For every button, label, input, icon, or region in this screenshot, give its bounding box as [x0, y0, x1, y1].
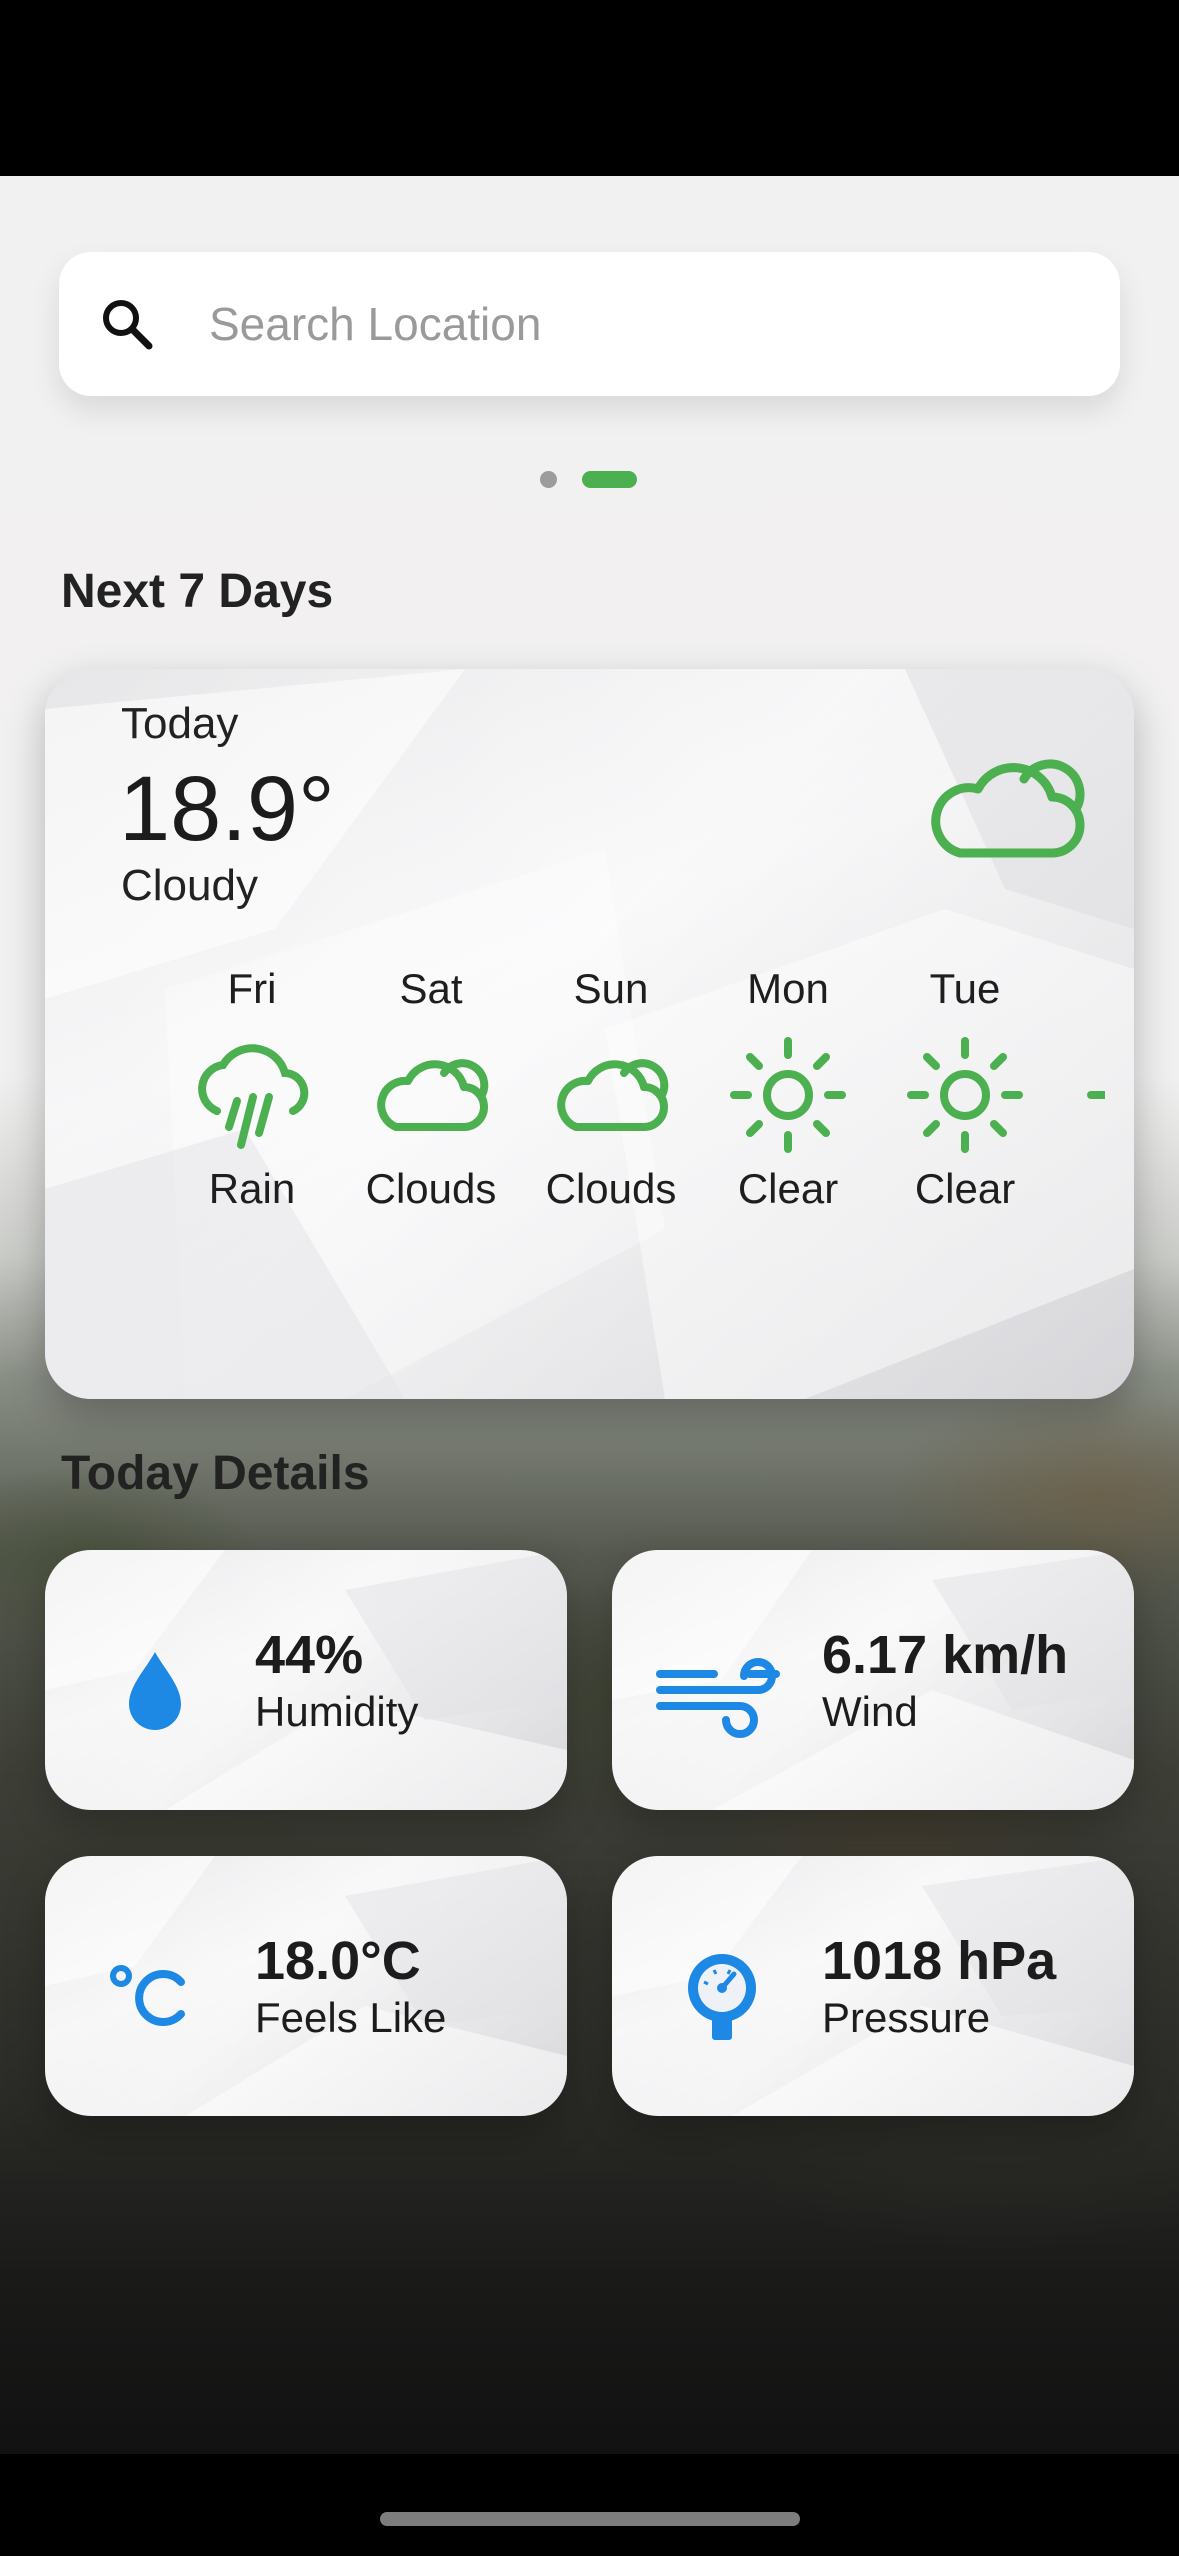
water-drop-icon [129, 1652, 181, 1730]
day-item[interactable]: W C [1055, 959, 1105, 1213]
day-item[interactable]: Mon Clear [698, 959, 878, 1213]
rain-icon [198, 1044, 309, 1149]
day-name: Fri [227, 965, 277, 1012]
day-item[interactable]: Sat Clouds [341, 959, 521, 1213]
sun-icon [1087, 1091, 1105, 1099]
wind-label: Wind [822, 1688, 918, 1735]
home-indicator[interactable] [380, 2512, 800, 2526]
feels-like-label: Feels Like [255, 1994, 447, 2041]
today-temperature: 18.9° [119, 758, 335, 860]
search-icon[interactable] [95, 292, 159, 356]
wind-value: 6.17 km/h [822, 1625, 1069, 1685]
cloud-icon [377, 1059, 489, 1131]
day-name: Mon [747, 965, 829, 1012]
humidity-card: 44% Humidity [45, 1550, 567, 1810]
day-name: Tue [929, 965, 1001, 1012]
day-item[interactable]: Sun Clouds [521, 959, 701, 1213]
day-name: Sat [399, 965, 463, 1012]
sun-icon [730, 1037, 846, 1153]
search-input[interactable] [209, 290, 1089, 358]
page-dot-1[interactable] [540, 471, 557, 488]
feels-like-card: 18.0°C Feels Like [45, 1856, 567, 2116]
day-item[interactable]: Tue Clear [875, 959, 1055, 1213]
day-condition: Clouds [545, 1165, 677, 1212]
daily-forecast-list[interactable]: Fri Rain Sat Clouds Sun Clouds Mon Clear… [135, 959, 1105, 1249]
day-condition: Rain [208, 1165, 296, 1212]
today-details-title: Today Details [61, 1447, 370, 1500]
humidity-label: Humidity [255, 1688, 419, 1735]
day-condition: Clear [737, 1165, 839, 1212]
wind-card: 6.17 km/h Wind [612, 1550, 1134, 1810]
day-name: Sun [573, 965, 649, 1012]
page-dot-2-active[interactable] [582, 471, 637, 488]
day-item[interactable]: Fri Rain [162, 959, 342, 1213]
sun-icon [907, 1037, 1023, 1153]
forecast-card: Today 18.9° Cloudy Fri Rain Sat Clouds S… [45, 669, 1134, 1399]
today-condition: Cloudy [121, 861, 258, 910]
humidity-value: 44% [255, 1625, 364, 1685]
cloud-icon [557, 1059, 669, 1131]
pressure-value: 1018 hPa [822, 1931, 1057, 1991]
celsius-icon [110, 1965, 185, 2026]
gauge-icon [688, 1954, 756, 2040]
weather-screen: Next 7 Days Today 18.9° Cloudy Fri [0, 176, 1179, 2454]
day-name: W [1055, 959, 1105, 1019]
pressure-label: Pressure [822, 1994, 991, 2041]
next-7-days-title: Next 7 Days [61, 565, 334, 618]
wind-icon [656, 1658, 780, 1738]
search-bar[interactable] [59, 252, 1120, 396]
status-bar [0, 0, 1179, 176]
day-condition: Clear [914, 1165, 1016, 1212]
day-condition: C [1055, 1165, 1105, 1213]
day-condition: Clouds [365, 1165, 497, 1212]
cloud-icon [931, 759, 1085, 858]
feels-like-value: 18.0°C [255, 1931, 421, 1991]
today-label: Today [121, 699, 239, 748]
pressure-card: 1018 hPa Pressure [612, 1856, 1134, 2116]
